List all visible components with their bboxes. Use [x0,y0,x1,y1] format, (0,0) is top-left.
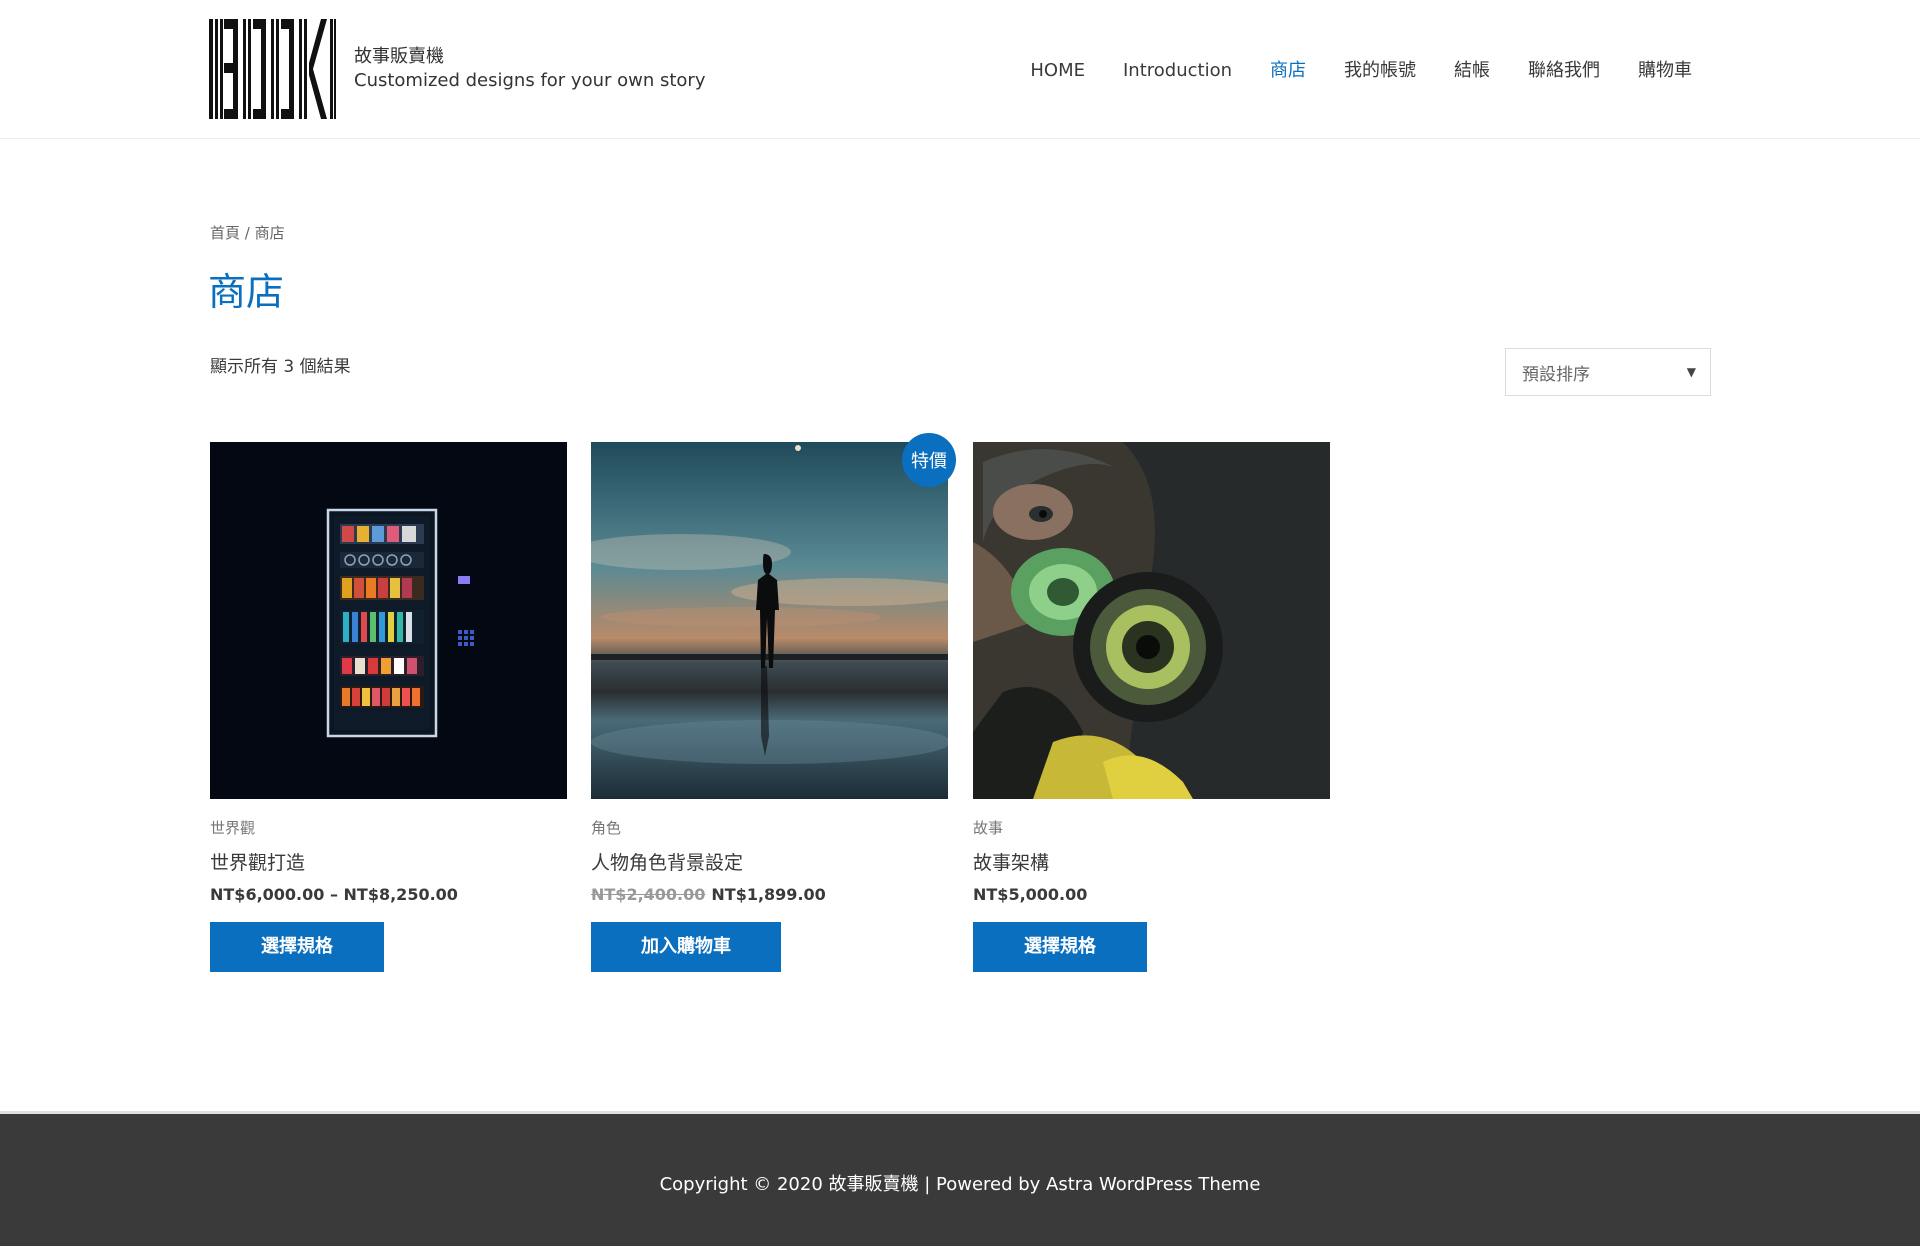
select-options-button[interactable]: 選擇規格 [210,922,384,972]
regular-price: NT$2,400.00 [591,885,706,904]
nav-shop[interactable]: 商店 [1251,56,1325,86]
chevron-down-icon: ▼ [1686,365,1696,379]
select-options-button[interactable]: 選擇規格 [973,922,1147,972]
product-card: 特價 角色 人物角色背景設定 NT$2,400.00 NT$1,899.00 加入… [591,433,956,972]
breadcrumb-home-link[interactable]: 首頁 [210,224,240,242]
orderby-select[interactable]: 預設排序 ▼ [1505,348,1711,396]
sale-badge: 特價 [902,433,956,487]
product-category[interactable]: 角色 [591,817,948,838]
book-logo[interactable] [209,17,336,121]
main-nav: HOME Introduction 商店 我的帳號 結帳 聯絡我們 購物車 [1011,56,1692,86]
product-price: NT$6,000.00 – NT$8,250.00 [210,885,458,904]
site-tagline: Customized designs for your own story [354,70,706,91]
nav-checkout[interactable]: 結帳 [1435,56,1509,86]
product-title[interactable]: 世界觀打造 [210,848,567,875]
nav-home[interactable]: HOME [1011,56,1104,86]
page-title: 商店 [208,270,285,314]
sale-price: NT$1,899.00 [711,885,826,904]
product-category[interactable]: 故事 [973,817,1330,838]
site-header: 故事販賣機 Customized designs for your own st… [0,0,1920,139]
product-image-vending-machine[interactable] [210,442,567,799]
breadcrumb-separator: / [240,224,255,242]
add-to-cart-button[interactable]: 加入購物車 [591,922,781,972]
nav-contact[interactable]: 聯絡我們 [1509,56,1619,86]
product-image-silhouette-beach[interactable] [591,442,948,799]
result-count: 顯示所有 3 個結果 [210,357,351,377]
product-image-gas-mask[interactable] [973,442,1330,799]
product-price: NT$5,000.00 [973,885,1088,904]
site-title[interactable]: 故事販賣機 [354,44,444,70]
copyright-text: Copyright © 2020 故事販賣機 | Powered by Astr… [659,1174,1261,1195]
site-footer: Copyright © 2020 故事販賣機 | Powered by Astr… [0,1111,1920,1246]
product-title[interactable]: 故事架構 [973,848,1330,875]
breadcrumb: 首頁 / 商店 [210,222,285,243]
nav-introduction[interactable]: Introduction [1104,56,1251,86]
product-price: NT$2,400.00 NT$1,899.00 [591,885,948,904]
nav-cart[interactable]: 購物車 [1619,56,1692,86]
nav-my-account[interactable]: 我的帳號 [1325,56,1435,86]
product-title[interactable]: 人物角色背景設定 [591,848,948,875]
product-card: 世界觀 世界觀打造 NT$6,000.00 – NT$8,250.00 選擇規格 [210,442,567,972]
product-category[interactable]: 世界觀 [210,817,567,838]
orderby-selected-value: 預設排序 [1522,364,1590,385]
breadcrumb-current: 商店 [254,224,285,242]
product-card: 故事 故事架構 NT$5,000.00 選擇規格 [973,442,1330,972]
